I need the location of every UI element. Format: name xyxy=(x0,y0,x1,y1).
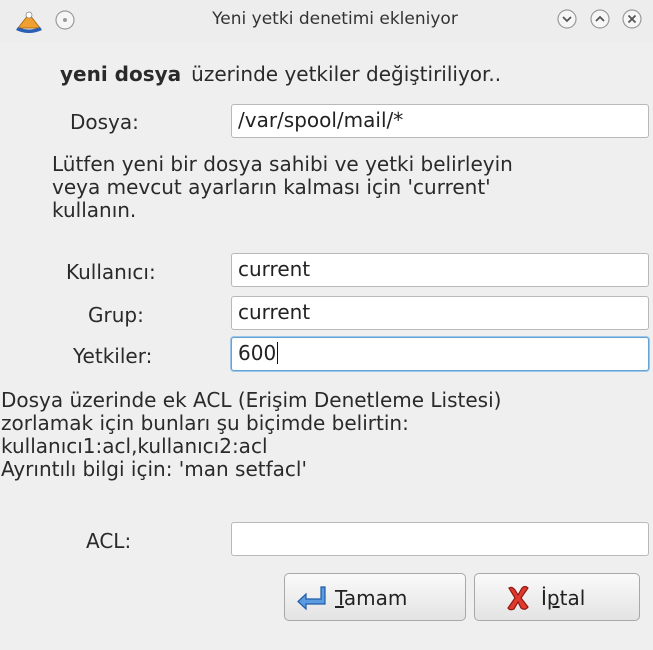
acl-help-text: Dosya üzerinde ek ACL (Erişim Denetleme … xyxy=(1,389,501,481)
app-icon xyxy=(16,11,42,33)
close-icon[interactable] xyxy=(621,8,643,30)
dialog-heading: yeni dosya üzerinde yetkiler değiştiriliy… xyxy=(60,62,501,86)
file-label: Dosya: xyxy=(70,110,139,134)
window-title: Yeni yetki denetimi ekleniyor xyxy=(212,9,458,29)
acl-input[interactable] xyxy=(231,522,649,556)
heading-filename: yeni dosya xyxy=(60,62,182,86)
red-x-icon xyxy=(507,585,529,611)
group-label: Grup: xyxy=(88,303,144,327)
maximize-icon[interactable] xyxy=(589,8,611,30)
user-input[interactable]: current xyxy=(231,253,649,287)
permissions-label: Yetkiler: xyxy=(73,344,153,368)
file-input[interactable]: /var/spool/mail/* xyxy=(231,104,649,138)
heading-text: üzerinde yetkiler değiştiriliyor.. xyxy=(191,62,502,86)
cancel-button-label: İptal xyxy=(541,586,586,610)
acl-help-line: Dosya üzerinde ek ACL (Erişim Denetleme … xyxy=(1,388,502,412)
instructions-line: veya mevcut ayarların kalması için 'curr… xyxy=(52,175,491,199)
acl-label: ACL: xyxy=(86,529,132,553)
title-bar[interactable]: Yeni yetki denetimi ekleniyor xyxy=(0,0,653,42)
permissions-value: 600 xyxy=(238,341,277,365)
instructions-line: kullanın. xyxy=(52,198,137,222)
minimize-icon[interactable] xyxy=(556,8,578,30)
ok-button[interactable]: Tamam xyxy=(284,573,466,621)
instructions-line: Lütfen yeni bir dosya sahibi ve yetki be… xyxy=(52,152,513,176)
dialog-window: Yeni yetki denetimi ekleniyor yeni dosya… xyxy=(0,0,653,650)
acl-help-line: Ayrıntılı bilgi için: 'man setfacl' xyxy=(1,457,307,481)
return-arrow-icon xyxy=(297,586,326,611)
cancel-button[interactable]: İptal xyxy=(474,573,640,621)
group-input[interactable]: current xyxy=(231,296,649,330)
sticky-icon[interactable] xyxy=(54,9,76,31)
permissions-input[interactable]: 600 xyxy=(231,337,649,371)
acl-help-line: kullanıcı1:acl,kullanıcı2:acl xyxy=(1,434,268,458)
ok-button-label: Tamam xyxy=(335,586,408,610)
instructions-text: Lütfen yeni bir dosya sahibi ve yetki be… xyxy=(52,153,513,222)
acl-help-line: zorlamak için bunları şu biçimde belirti… xyxy=(1,411,409,435)
user-label: Kullanıcı: xyxy=(66,260,156,284)
text-caret xyxy=(277,342,279,364)
